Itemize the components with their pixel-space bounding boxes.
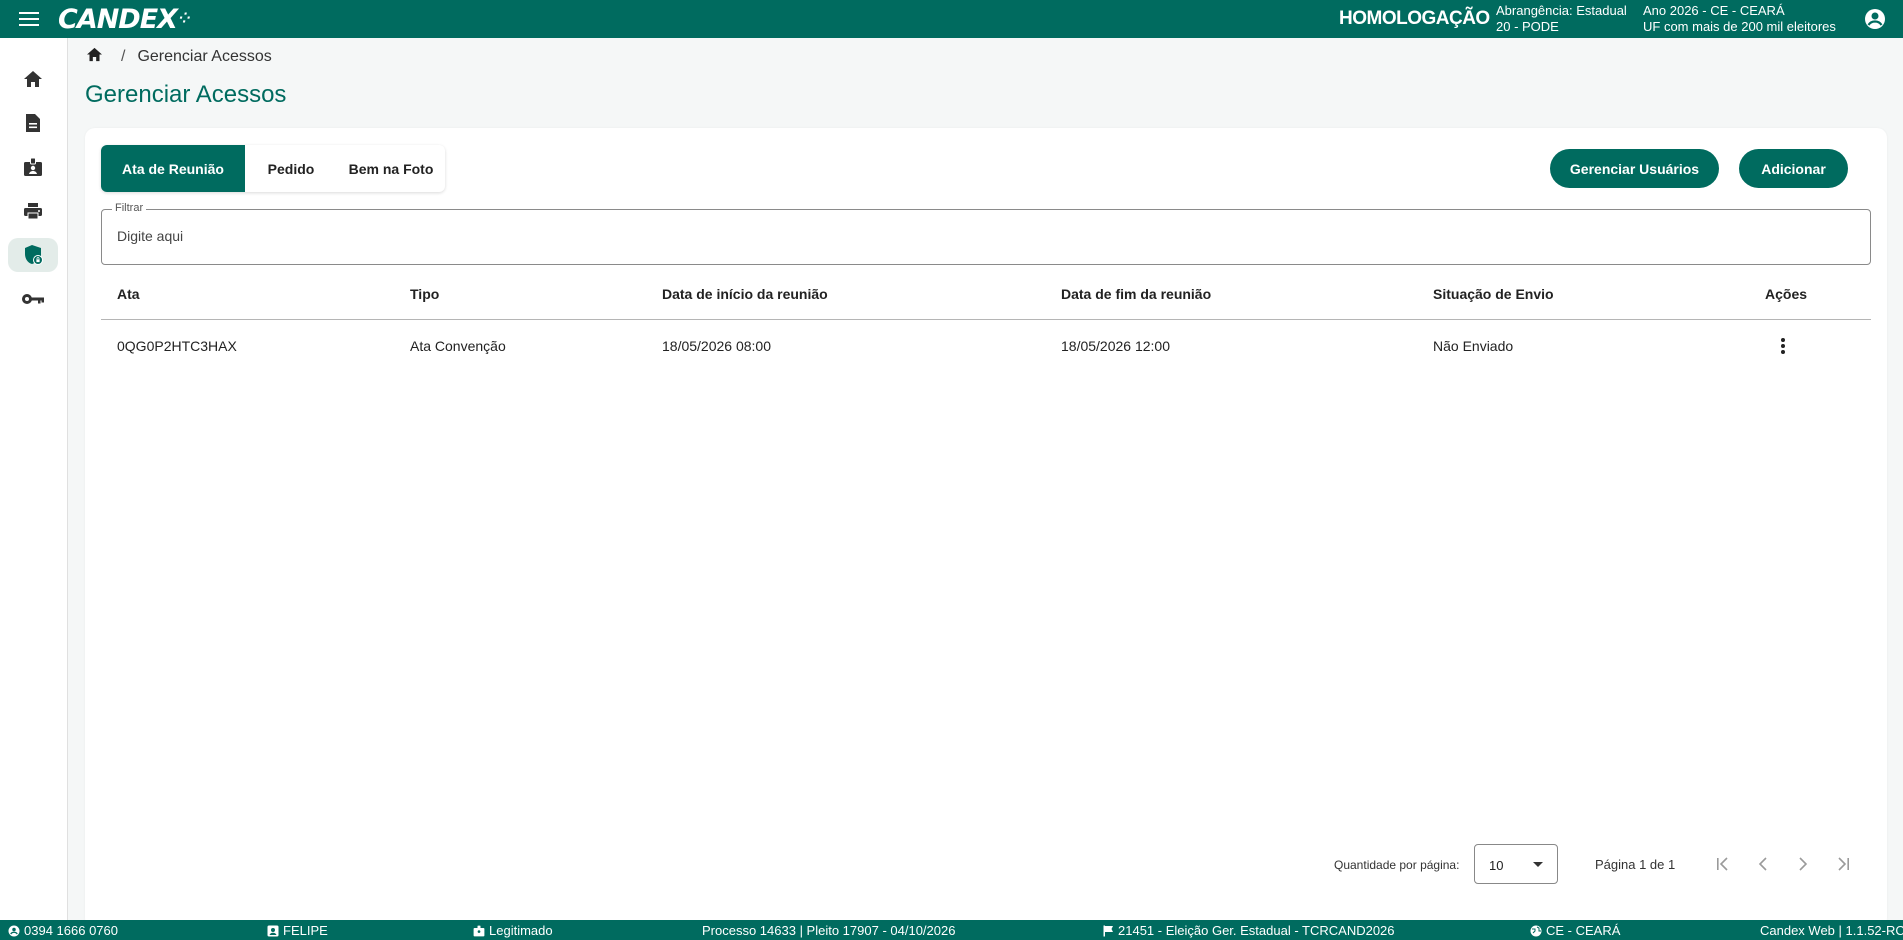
breadcrumb-current: Gerenciar Acessos [137, 48, 272, 65]
filter-label: Filtrar [112, 202, 147, 214]
year-line-2: UF com mais de 200 mil eleitores [1643, 19, 1836, 34]
footer-user-text: FELIPE [283, 923, 328, 938]
globe-icon [1530, 925, 1542, 936]
column-header-actions: Ações [1765, 286, 1808, 302]
footer-state: CE - CEARÁ [1530, 923, 1620, 938]
per-page-select[interactable]: 10 [1474, 844, 1558, 884]
environment-label: HOMOLOGAÇÃO [1339, 8, 1490, 29]
caret-down-icon [1533, 862, 1543, 867]
cell-start-date: 18/05/2026 08:00 [662, 338, 771, 354]
year-info: Ano 2026 - CE - CEARÁ UF com mais de 200… [1643, 3, 1836, 35]
filter-input[interactable] [117, 228, 1817, 244]
last-page-icon[interactable] [1831, 852, 1855, 876]
scope-line-1: Abrangência: Estadual [1496, 3, 1627, 18]
footer-process: Processo 14633 | Pleito 17907 - 04/10/20… [702, 923, 955, 938]
page-title: Gerenciar Acessos [85, 81, 287, 108]
breadcrumb-separator: / [121, 48, 126, 65]
per-page-label: Quantidade por página: [1334, 858, 1460, 872]
footer-process-text: Processo 14633 | Pleito 17907 - 04/10/20… [702, 923, 956, 938]
per-page-value: 10 [1489, 858, 1504, 873]
filter-field: Filtrar [101, 202, 1871, 265]
home-icon [24, 71, 42, 87]
footer-status-text: Legitimado [489, 923, 553, 938]
status-bar: 0394 1666 0760 FELIPE Legitimado Process… [0, 920, 1903, 940]
sidebar-item-home[interactable] [8, 62, 58, 96]
column-header-tipo[interactable]: Tipo [410, 286, 439, 302]
tab-pedido[interactable]: Pedido [245, 145, 337, 192]
breadcrumb: / Gerenciar Acessos [86, 47, 272, 67]
shield-lock-icon [25, 245, 43, 265]
footer-election: 21451 - Eleição Ger. Estadual - TCRCAND2… [1103, 923, 1395, 938]
cell-end-date: 18/05/2026 12:00 [1061, 338, 1170, 354]
badge-icon [473, 925, 485, 936]
first-page-icon[interactable] [1711, 852, 1735, 876]
column-header-end-date[interactable]: Data de fim da reunião [1061, 286, 1211, 302]
footer-user: FELIPE [267, 923, 328, 938]
cell-status: Não Enviado [1433, 338, 1514, 354]
document-icon [26, 114, 40, 132]
badge-icon [24, 157, 42, 176]
top-app-bar: CANDEX ⁘ HOMOLOGAÇÃO Abrangência: Estadua… [0, 0, 1903, 38]
printer-icon [24, 203, 42, 220]
footer-version: Candex Web | 1.1.52-RC [1760, 923, 1903, 938]
column-header-status[interactable]: Situação de Envio [1433, 286, 1554, 302]
column-header-ata[interactable]: Ata [117, 286, 140, 302]
footer-cpf: 0394 1666 0760 [8, 923, 118, 938]
contact-icon [267, 925, 279, 936]
previous-page-icon[interactable] [1751, 852, 1775, 876]
footer-status: Legitimado [473, 923, 553, 938]
footer-state-text: CE - CEARÁ [1546, 923, 1621, 938]
add-button[interactable]: Adicionar [1739, 149, 1848, 188]
table-header: Ata Tipo Data de início da reunião Data … [101, 266, 1871, 320]
scope-info: Abrangência: Estadual 20 - PODE [1496, 3, 1627, 35]
footer-cpf-text: 0394 1666 0760 [24, 923, 118, 938]
sidebar-item-print[interactable] [8, 194, 58, 228]
scope-line-2: 20 - PODE [1496, 19, 1559, 34]
sidebar-item-documents[interactable] [8, 106, 58, 140]
column-header-start-date[interactable]: Data de início da reunião [662, 286, 828, 302]
sidebar [0, 38, 68, 920]
tab-group: Ata de Reunião Pedido Bem na Foto [101, 145, 445, 192]
manage-users-button[interactable]: Gerenciar Usuários [1550, 149, 1719, 188]
menu-icon[interactable] [0, 0, 58, 38]
year-line-1: Ano 2026 - CE - CEARÁ [1643, 3, 1785, 18]
main-card: Ata de Reunião Pedido Bem na Foto Gerenc… [85, 128, 1887, 928]
next-page-icon[interactable] [1791, 852, 1815, 876]
sidebar-item-access-control[interactable] [8, 238, 58, 272]
page-info: Página 1 de 1 [1595, 857, 1676, 872]
account-circle-icon[interactable] [1863, 7, 1887, 31]
footer-election-text: 21451 - Eleição Ger. Estadual - TCRCAND2… [1118, 923, 1395, 938]
sidebar-item-keys[interactable] [8, 282, 58, 316]
account-circle-icon [8, 925, 20, 936]
table-row: 0QG0P2HTC3HAX Ata Convenção 18/05/2026 0… [101, 320, 1871, 372]
sidebar-item-badge[interactable] [8, 150, 58, 184]
tab-ata-de-reuniao[interactable]: Ata de Reunião [101, 145, 245, 192]
tab-bem-na-foto[interactable]: Bem na Foto [337, 145, 445, 192]
candex-logo[interactable]: CANDEX ⁘ [58, 4, 192, 35]
cell-ata: 0QG0P2HTC3HAX [117, 338, 237, 354]
breadcrumb-home-icon[interactable] [86, 47, 103, 67]
more-vert-icon[interactable] [1769, 332, 1797, 360]
cell-tipo: Ata Convenção [410, 338, 506, 354]
pagination: Quantidade por página: 10 Página 1 de 1 [85, 844, 1887, 884]
key-icon [22, 294, 44, 304]
footer-version-text: Candex Web | 1.1.52-RC [1760, 923, 1903, 938]
flag-icon [1103, 925, 1113, 936]
